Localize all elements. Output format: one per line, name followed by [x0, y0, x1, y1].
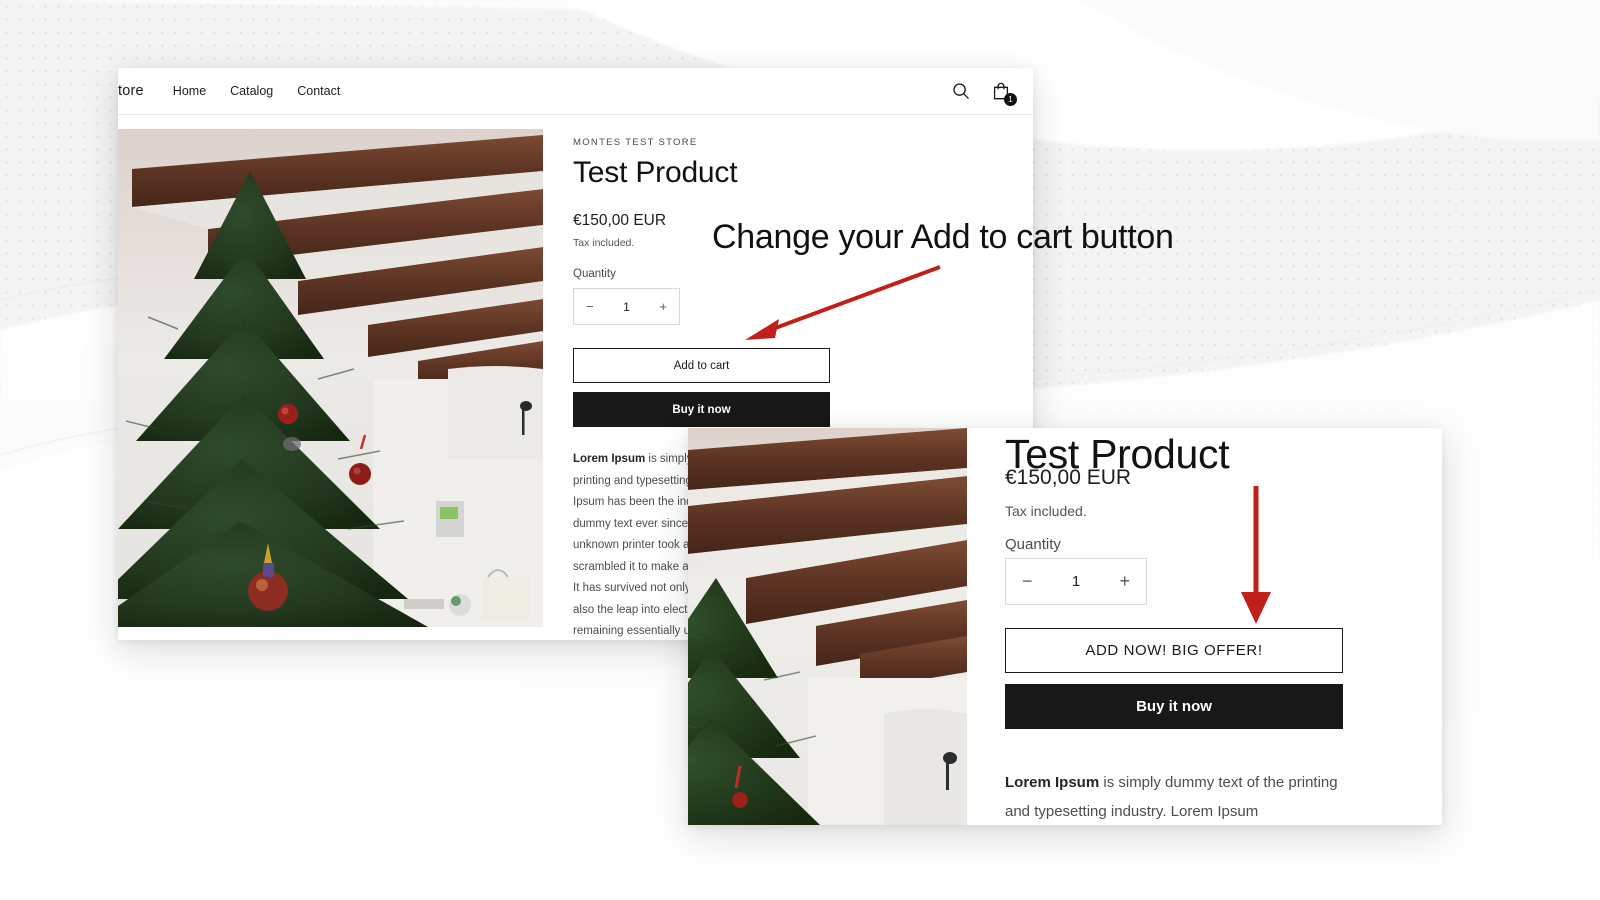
- header-actions: 1: [951, 81, 1017, 106]
- quantity-label: Quantity: [573, 268, 616, 280]
- nav-item-contact[interactable]: Contact: [297, 84, 340, 98]
- product-info-panel-zoomed: Test Product €150,00 EUR Tax included. Q…: [967, 428, 1442, 825]
- cart-count-badge: 1: [1004, 93, 1017, 106]
- product-gallery-image-zoomed[interactable]: [688, 428, 967, 825]
- product-vendor: MONTES TEST STORE: [573, 137, 698, 148]
- product-gallery-image[interactable]: [118, 129, 543, 627]
- zoomed-ceiling-beams-photo: [688, 428, 967, 825]
- product-description-lead-zoomed: Lorem Ipsum: [1005, 774, 1100, 791]
- christmas-tree-photo: [118, 129, 543, 627]
- quantity-stepper[interactable]: − 1 +: [573, 288, 680, 325]
- custom-add-to-cart-button[interactable]: ADD NOW! BIG OFFER!: [1005, 628, 1343, 673]
- product-title: Test Product: [573, 156, 738, 189]
- quantity-label-zoomed: Quantity: [1005, 536, 1061, 553]
- product-description-lead: Lorem Ipsum: [573, 453, 646, 465]
- quantity-decrease-button-zoomed[interactable]: −: [1022, 571, 1033, 592]
- product-description-zoomed: Lorem Ipsum is simply dummy text of the …: [1005, 768, 1355, 825]
- buy-it-now-button-zoomed[interactable]: Buy it now: [1005, 684, 1343, 729]
- quantity-increase-button-zoomed[interactable]: +: [1119, 571, 1130, 592]
- nav-item-home[interactable]: Home: [173, 84, 206, 98]
- search-icon[interactable]: [951, 81, 971, 101]
- quantity-stepper-zoomed[interactable]: − 1 +: [1005, 558, 1147, 605]
- nav-item-catalog[interactable]: Catalog: [230, 84, 273, 98]
- storefront-window-zoomed[interactable]: Test Product €150,00 EUR Tax included. Q…: [688, 428, 1442, 825]
- quantity-input[interactable]: 1: [623, 300, 630, 314]
- tax-note-zoomed: Tax included.: [1005, 503, 1087, 519]
- product-price-zoomed: €150,00 EUR: [1005, 466, 1132, 489]
- annotation-headline: Change your Add to cart button: [712, 218, 1174, 256]
- main-navigation: Home Catalog Contact: [173, 84, 341, 98]
- add-to-cart-button[interactable]: Add to cart: [573, 348, 830, 383]
- shopping-bag-icon[interactable]: 1: [991, 81, 1017, 106]
- store-name[interactable]: tore: [118, 83, 144, 99]
- quantity-input-zoomed[interactable]: 1: [1072, 573, 1080, 590]
- quantity-decrease-button[interactable]: −: [586, 299, 594, 314]
- store-header: tore Home Catalog Contact 1: [118, 68, 1033, 115]
- buy-it-now-button[interactable]: Buy it now: [573, 392, 830, 427]
- quantity-increase-button[interactable]: +: [659, 299, 667, 314]
